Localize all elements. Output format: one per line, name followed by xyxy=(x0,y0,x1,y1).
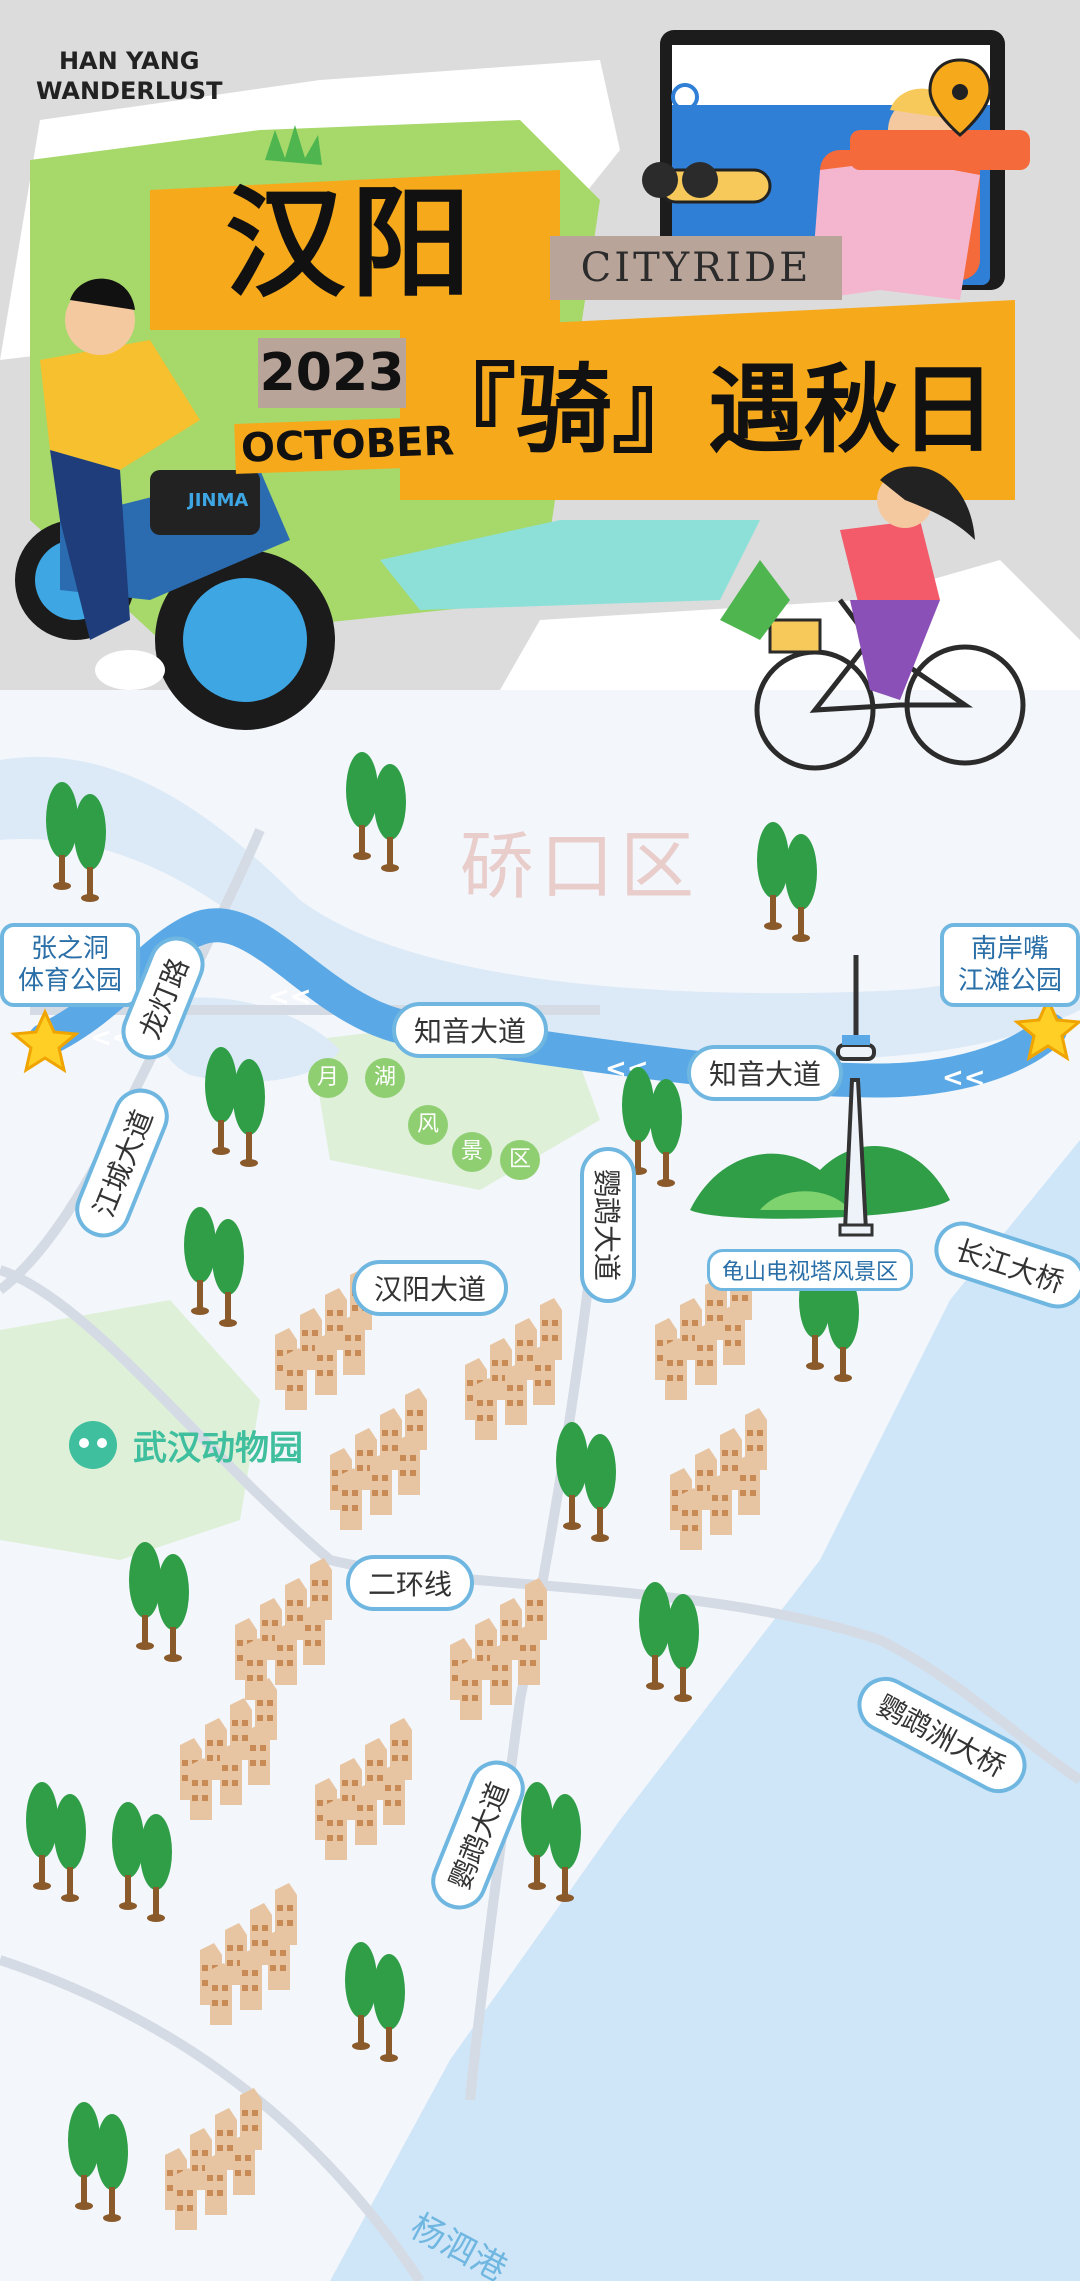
brand-wordmark: HAN YANG WANDERLUST xyxy=(36,46,222,106)
scenic-char-4: 景 xyxy=(452,1132,492,1172)
page-title: 汉阳 xyxy=(225,175,477,314)
road-label-zhiyin-1: 知音大道 xyxy=(391,1002,549,1058)
zoo-label: 武汉动物园 xyxy=(133,1428,303,1469)
year-label: 2023 xyxy=(258,338,406,408)
start-poi-label: 张之洞 体育公园 xyxy=(0,923,141,1007)
guishan-tower-label: 龟山电视塔风景区 xyxy=(706,1249,914,1291)
bike-brand-text: JINMA xyxy=(188,490,249,511)
poster-stage: << << << << HAN YANG WANDERLUST 汉阳 CITYR… xyxy=(0,0,1080,2281)
cityride-tag: CITYRIDE xyxy=(550,236,842,300)
brand-line-1: HAN YANG xyxy=(58,47,200,75)
scenic-char-5: 区 xyxy=(500,1140,540,1180)
route-arrow: << xyxy=(268,982,312,1012)
brand-line-2: WANDERLUST xyxy=(36,77,223,105)
road-label-erhuan: 二环线 xyxy=(345,1555,475,1611)
road-label-hanyang: 汉阳大道 xyxy=(351,1260,509,1316)
page-subtitle: 『骑』遇秋日 xyxy=(420,354,996,466)
road-label-yingwu-1: 鹦鹉大道 xyxy=(580,1146,636,1304)
scenic-char-2: 湖 xyxy=(365,1058,405,1098)
scenic-char-3: 风 xyxy=(408,1105,448,1145)
map-canvas: << << << << xyxy=(0,0,1080,2281)
route-arrow: << xyxy=(942,1063,986,1093)
scenic-char-1: 月 xyxy=(308,1058,348,1098)
road-label-zhiyin-2: 知音大道 xyxy=(686,1045,844,1101)
zoo-panda-icon xyxy=(69,1421,117,1469)
end-poi-label: 南岸嘴 江滩公园 xyxy=(939,923,1080,1007)
district-label: 硚口区 xyxy=(460,823,700,910)
